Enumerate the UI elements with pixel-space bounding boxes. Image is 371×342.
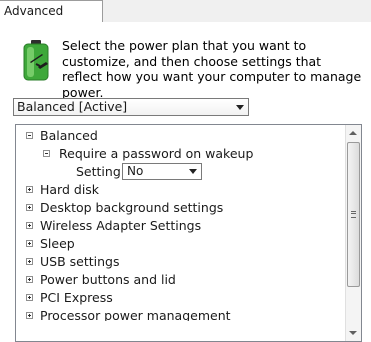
tree-item-label: USB settings [40, 254, 120, 269]
vertical-scrollbar[interactable] [345, 125, 361, 341]
tree-item-balanced[interactable]: Balanced [16, 127, 346, 145]
tree-item-label: Wireless Adapter Settings [40, 218, 202, 233]
settings-tree[interactable]: Balanced Require a password on wakeup Se… [15, 124, 362, 342]
setting-value: No [127, 164, 144, 178]
tree-item-label: Processor power management [40, 308, 231, 321]
tree-item-label: Power buttons and lid [40, 272, 176, 287]
power-plan-dropdown-value: Balanced [Active] [17, 99, 128, 114]
chevron-down-icon[interactable] [189, 169, 197, 174]
tree-item-label: Desktop background settings [40, 200, 224, 215]
grip-icon [351, 211, 356, 218]
chevron-down-icon[interactable] [236, 105, 244, 110]
plan-description: Select the power plan that you want to c… [62, 38, 362, 100]
power-plan-dropdown[interactable]: Balanced [Active] [13, 98, 249, 116]
tree-item-label: Balanced [40, 128, 98, 143]
tree-item-label: Hard disk [40, 182, 100, 197]
plus-icon[interactable] [26, 204, 33, 211]
tree-item-sleep[interactable]: Sleep [16, 235, 346, 253]
minus-icon[interactable] [26, 132, 33, 139]
scroll-thumb[interactable] [347, 142, 360, 287]
scroll-down-arrow-icon[interactable] [349, 331, 357, 335]
password-setting-dropdown[interactable]: No [122, 163, 202, 180]
plus-icon[interactable] [26, 258, 33, 265]
tree-item-pci-express[interactable]: PCI Express [16, 289, 346, 307]
plus-icon[interactable] [26, 294, 33, 301]
tree-item-power-buttons[interactable]: Power buttons and lid [16, 271, 346, 289]
tree-item-processor-power[interactable]: Processor power management [16, 307, 346, 321]
minus-icon[interactable] [43, 150, 50, 157]
tree-item-label: Sleep [40, 236, 75, 251]
plus-icon[interactable] [26, 240, 33, 247]
plus-icon[interactable] [26, 312, 33, 319]
scroll-up-arrow-icon[interactable] [349, 131, 357, 135]
tree-item-wireless-adapter[interactable]: Wireless Adapter Settings [16, 217, 346, 235]
plus-icon[interactable] [26, 222, 33, 229]
tree-item-label: PCI Express [40, 290, 113, 305]
tab-advanced-settings[interactable]: Advanced settings [0, 0, 103, 38]
tree-item-hard-disk[interactable]: Hard disk [16, 181, 346, 199]
advanced-settings-panel: Select the power plan that you want to c… [0, 22, 371, 342]
tree-item-label: Require a password on wakeup [59, 146, 254, 161]
tab-bar: Advanced settings [0, 0, 371, 38]
setting-label: Setting: [76, 164, 125, 179]
tree-item-password[interactable]: Require a password on wakeup [16, 145, 346, 163]
tree-item-desktop-background[interactable]: Desktop background settings [16, 199, 346, 217]
tree-item-usb-settings[interactable]: USB settings [16, 253, 346, 271]
plus-icon[interactable] [26, 186, 33, 193]
plus-icon[interactable] [26, 276, 33, 283]
battery-plug-icon [23, 40, 49, 81]
